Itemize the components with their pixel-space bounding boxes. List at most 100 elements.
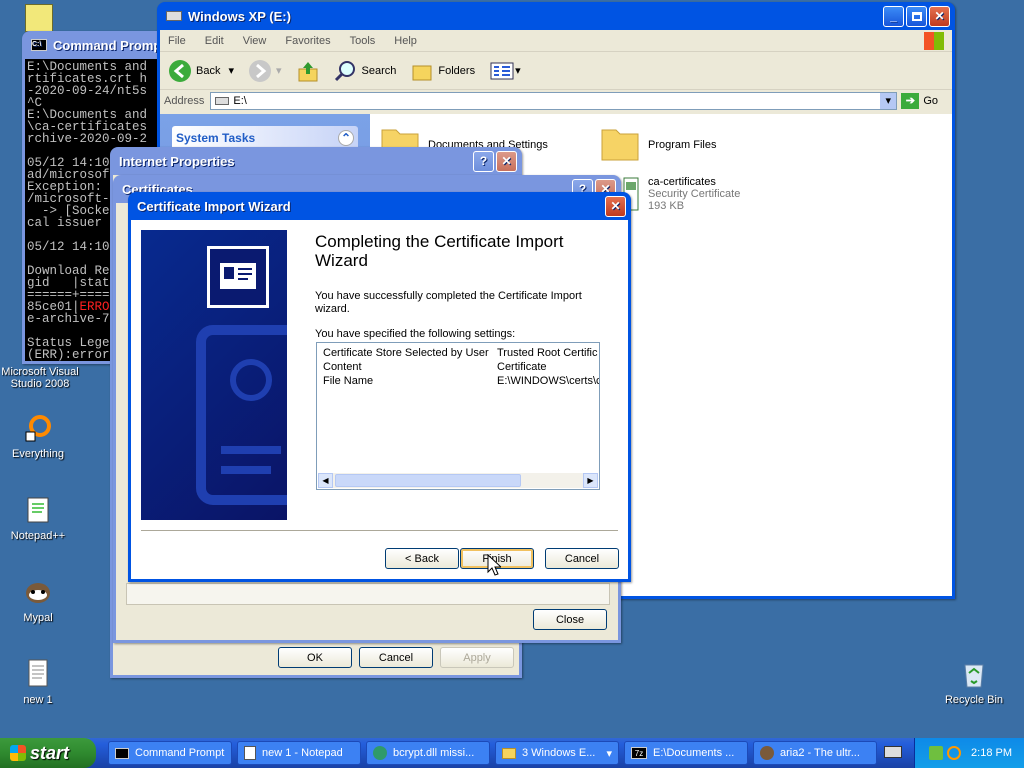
certificate-import-wizard-window[interactable]: Certificate Import Wizard ✕ Completing t… (128, 192, 631, 582)
menu-edit[interactable]: Edit (205, 35, 224, 47)
help-button[interactable]: ? (473, 150, 494, 172)
scroll-left-icon[interactable]: ◀ (318, 473, 333, 488)
desktop-icon-label: Microsoft Visual Studio 2008 (1, 366, 79, 390)
forward-arrow-icon (249, 59, 271, 82)
desktop-icon-visual-studio[interactable]: Microsoft Visual Studio 2008 (0, 366, 80, 390)
drive-icon (166, 11, 182, 21)
address-dropdown-icon[interactable]: ▾ (880, 93, 897, 109)
desktop-icon-new1[interactable]: new 1 (0, 658, 76, 706)
back-arrow-icon (169, 59, 191, 82)
scroll-right-icon[interactable]: ▶ (583, 473, 598, 488)
folders-button[interactable]: Folders (410, 59, 475, 83)
mouse-cursor-icon (487, 554, 501, 576)
menu-favorites[interactable]: Favorites (285, 35, 330, 47)
cmd-titlebar[interactable]: C:\ Command Prompt (25, 31, 169, 59)
scroll-thumb[interactable] (335, 474, 521, 487)
menu-file[interactable]: File (168, 35, 186, 47)
go-button[interactable]: ➔ Go (901, 93, 938, 109)
taskbar-label: 3 Windows E... (522, 747, 596, 759)
taskbar-button-explorer[interactable]: 3 Windows E... ▾ (495, 741, 619, 765)
address-value: E:\ (233, 95, 247, 107)
search-button[interactable]: Search (334, 59, 396, 83)
taskbar-label: aria2 - The ultr... (780, 747, 860, 759)
views-button[interactable]: ▾ (489, 60, 521, 82)
back-button[interactable]: Back ▾ (168, 59, 234, 83)
menu-tools[interactable]: Tools (350, 35, 376, 47)
close-button[interactable]: ✕ (929, 5, 950, 27)
settings-row: Certificate (497, 361, 547, 373)
internet-properties-title: Internet Properties (119, 153, 235, 169)
views-icon (490, 62, 514, 79)
desktop-icon-notepadpp[interactable]: Notepad++ (0, 494, 76, 542)
desktop-icon-label: Notepad++ (10, 530, 66, 542)
settings-row: File Name (323, 375, 373, 387)
horizontal-scrollbar[interactable]: ◀ ▶ (318, 473, 598, 488)
keyboard-icon[interactable] (884, 746, 902, 758)
file-item-program-files[interactable]: Program Files (600, 124, 716, 162)
cancel-button[interactable]: Cancel (545, 548, 619, 569)
settings-listbox[interactable]: Certificate Store Selected by User Trust… (316, 342, 600, 490)
taskbar-button-7zip[interactable]: 7z E:\Documents ... (624, 741, 748, 765)
everything-icon (22, 412, 54, 444)
close-button[interactable]: ✕ (605, 195, 626, 217)
up-folder-button[interactable] (296, 59, 320, 83)
minimize-button[interactable]: _ (883, 5, 904, 27)
file-name: Program Files (648, 139, 717, 151)
settings-row: Certificate Store Selected by User (323, 347, 489, 359)
ok-button[interactable]: OK (278, 647, 352, 668)
search-icon (334, 60, 355, 81)
start-button[interactable]: start (0, 738, 96, 768)
wizard-titlebar[interactable]: Certificate Import Wizard ✕ (131, 192, 628, 220)
start-label: start (30, 742, 70, 763)
desktop-icon-label: Recycle Bin (944, 694, 1004, 706)
desktop-icon-everything[interactable]: Everything (0, 412, 76, 460)
file-item-ca-certificates[interactable]: ca-certificates Security Certificate 193… (622, 176, 740, 212)
windows-flag-icon (10, 745, 26, 761)
apply-button[interactable]: Apply (440, 647, 514, 668)
settings-row: Trusted Root Certific (497, 347, 597, 359)
desktop-icon-recycle-bin[interactable]: Recycle Bin (936, 658, 1012, 706)
desktop-icon-mypal[interactable]: Mypal (0, 576, 76, 624)
taskbar-label: bcrypt.dll missi... (393, 747, 475, 759)
taskbar-button-notepad[interactable]: new 1 - Notepad (237, 741, 361, 765)
menu-view[interactable]: View (243, 35, 267, 47)
address-input[interactable]: E:\ ▾ (210, 92, 898, 110)
wizard-heading: Completing the Certificate Import Wizard (315, 232, 564, 270)
forward-button[interactable]: ▾ (248, 59, 282, 83)
maximize-button[interactable] (906, 5, 927, 27)
taskbar-button-aria2[interactable]: aria2 - The ultr... (753, 741, 877, 765)
taskbar-button-cmd[interactable]: Command Prompt (108, 741, 232, 765)
file-name: ca-certificates (648, 176, 716, 188)
desktop-icon-label: new 1 (23, 694, 53, 706)
dropdown-icon: ▾ (228, 65, 234, 77)
cmd-line: -2020-09-24/nt5s (27, 84, 148, 98)
collapse-icon[interactable]: ⌃ (338, 130, 354, 146)
text-file-icon (22, 658, 54, 690)
file-type: Security Certificate (648, 188, 741, 200)
back-button[interactable]: < Back (385, 548, 459, 569)
clock[interactable]: 2:18 PM (971, 747, 1012, 759)
wizard-intro: You have successfully completed the Cert… (315, 290, 582, 315)
network-icon[interactable] (929, 746, 944, 760)
explorer-title: Windows XP (E:) (188, 8, 291, 24)
maximize-icon (911, 11, 922, 21)
explorer-titlebar[interactable]: Windows XP (E:) _ ✕ (160, 2, 952, 30)
address-bar: Address E:\ ▾ ➔ Go (160, 90, 952, 112)
cancel-button[interactable]: Cancel (359, 647, 433, 668)
close-dialog-button[interactable]: Close (533, 609, 607, 630)
file-size: 193 KB (648, 200, 685, 212)
up-folder-icon (298, 61, 318, 81)
search-tray-icon[interactable] (947, 746, 962, 760)
settings-key: File Name (323, 375, 374, 387)
certificate-wizard-icon (207, 246, 269, 308)
wizard-banner (141, 230, 287, 520)
7zip-icon: 7z (631, 747, 647, 759)
internet-properties-titlebar[interactable]: Internet Properties ? ✕ (113, 147, 519, 175)
wizard-body: Completing the Certificate Import Wizard… (131, 220, 628, 579)
dropdown-icon: ▾ (606, 747, 612, 760)
settings-label: You have specified the following setting… (315, 328, 516, 340)
menu-help[interactable]: Help (394, 35, 417, 47)
toolbar: Back ▾ ▾ Search Folders ▾ (160, 52, 952, 90)
taskbar-button-browser[interactable]: bcrypt.dll missi... (366, 741, 490, 765)
close-button[interactable]: ✕ (496, 150, 517, 172)
